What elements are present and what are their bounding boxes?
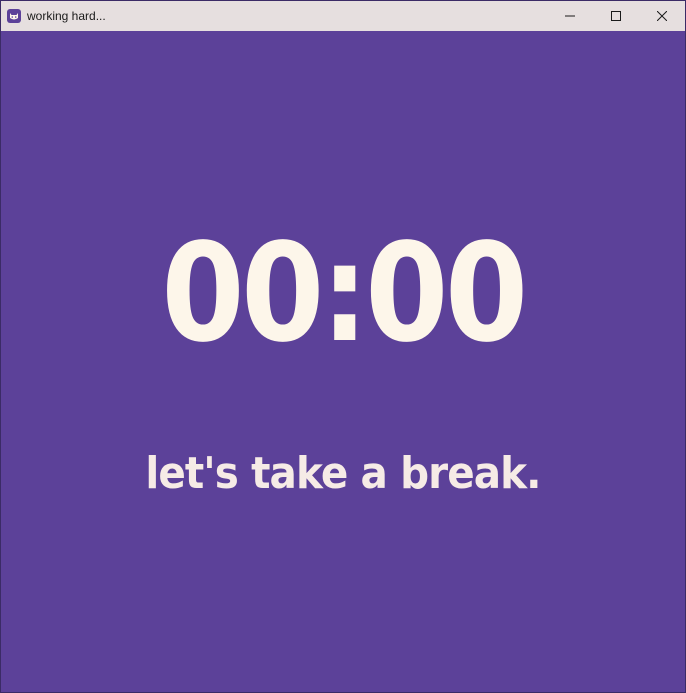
window-title: working hard... <box>27 9 106 23</box>
maximize-button[interactable] <box>593 1 639 31</box>
close-button[interactable] <box>639 1 685 31</box>
break-message: let's take a break. <box>145 448 541 499</box>
minimize-icon <box>565 15 575 17</box>
window-controls <box>547 1 685 31</box>
close-icon <box>657 11 667 21</box>
title-bar[interactable]: working hard... <box>1 1 685 31</box>
main-content: 00:00 let's take a break. <box>1 31 685 692</box>
maximize-icon <box>611 11 621 21</box>
app-window: working hard... 00:00 let's take a break… <box>0 0 686 693</box>
minimize-button[interactable] <box>547 1 593 31</box>
cat-face-icon <box>6 8 22 24</box>
timer-display: 00:00 <box>161 215 528 373</box>
